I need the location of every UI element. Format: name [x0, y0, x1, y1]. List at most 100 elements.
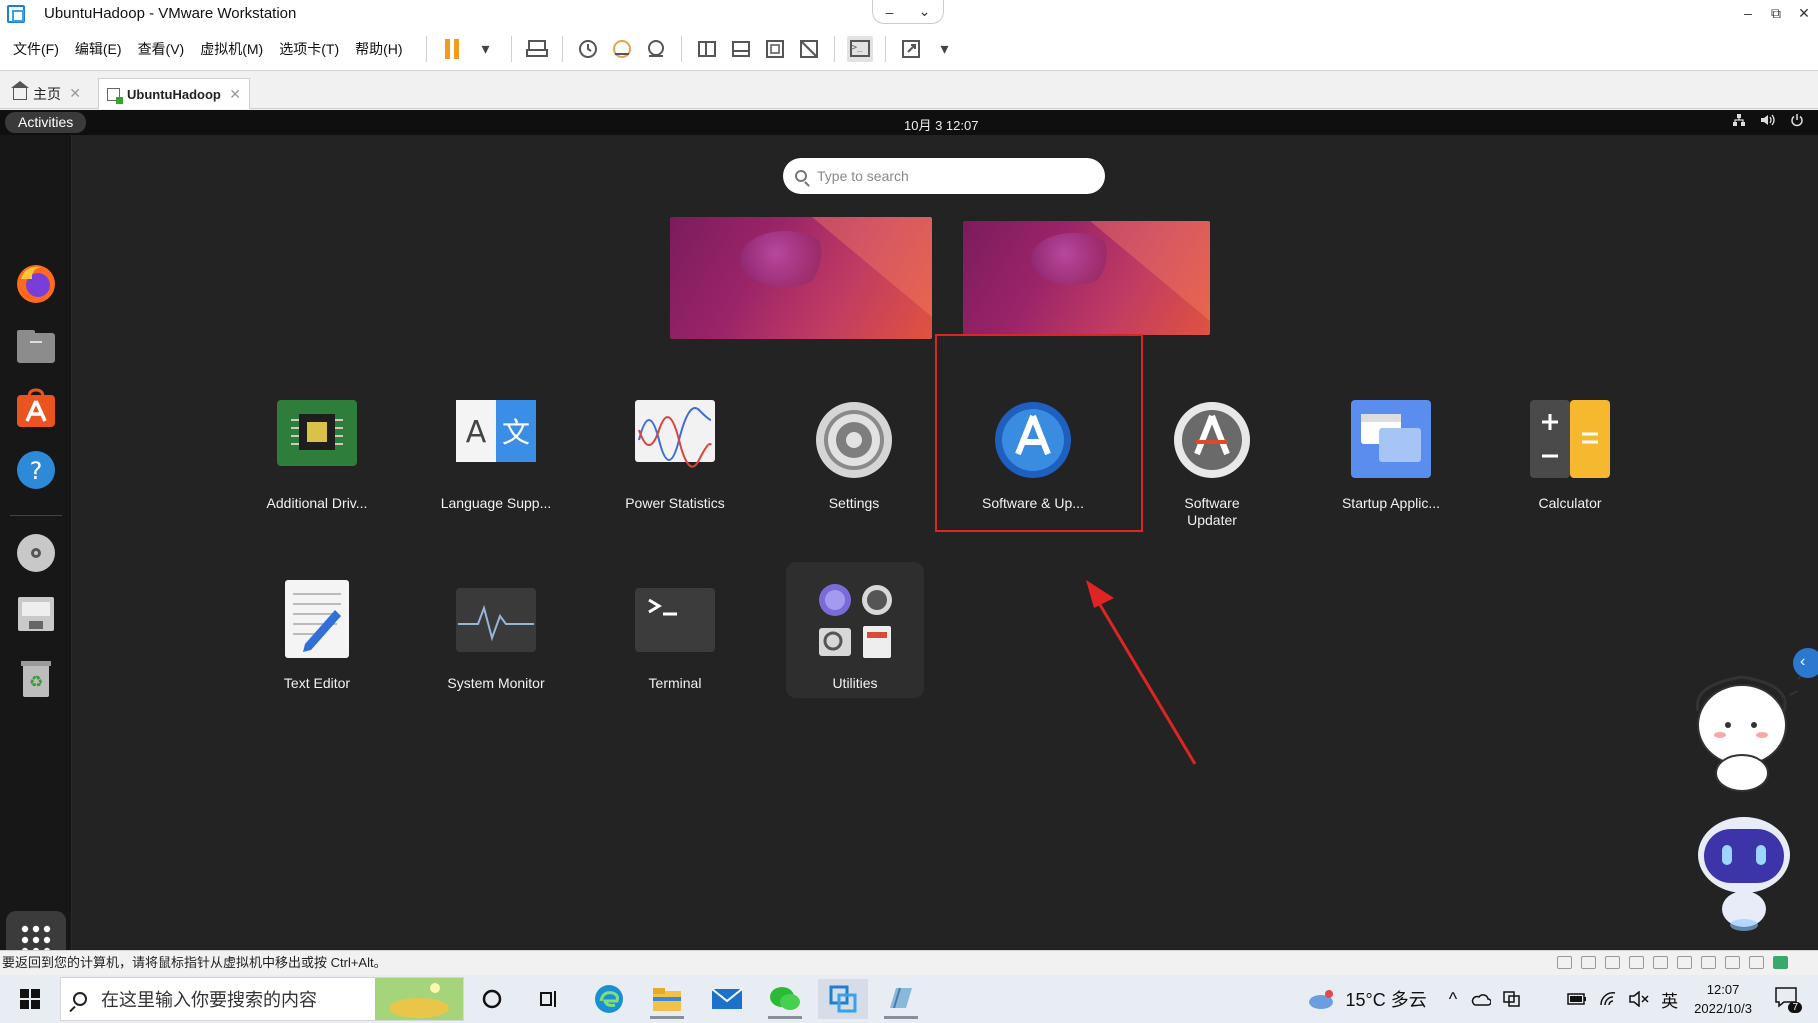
- cdrom2-icon[interactable]: [1605, 956, 1620, 969]
- system-tray[interactable]: [1732, 113, 1804, 127]
- task-view-icon[interactable]: [524, 979, 574, 1019]
- pin-minimize-icon[interactable]: –: [886, 4, 894, 20]
- app-system-monitor[interactable]: System Monitor: [411, 580, 581, 692]
- help-icon[interactable]: ?: [15, 449, 57, 491]
- menu-edit[interactable]: 编辑(E): [75, 39, 122, 59]
- cortana-icon[interactable]: [467, 979, 517, 1019]
- vmware-tray-icon[interactable]: [1503, 991, 1521, 1007]
- menu-tabs[interactable]: 选项卡(T): [279, 39, 339, 59]
- stretch-dropdown-icon[interactable]: ▾: [932, 36, 958, 62]
- show-applications-button[interactable]: [6, 911, 66, 950]
- revert-snapshot-icon[interactable]: [609, 36, 635, 62]
- app-startup-applications[interactable]: Startup Applic...: [1306, 400, 1476, 512]
- full-screen-icon[interactable]: [762, 36, 788, 62]
- unity-mode-icon[interactable]: [796, 36, 822, 62]
- power-dropdown-icon[interactable]: ▾: [473, 36, 499, 62]
- hdd-icon[interactable]: [1557, 956, 1572, 969]
- speaker-muted-icon[interactable]: [1629, 991, 1649, 1007]
- vmware-taskbar-icon[interactable]: [818, 979, 868, 1019]
- app-text-editor[interactable]: Text Editor: [232, 580, 402, 692]
- stretch-guest-icon[interactable]: [898, 36, 924, 62]
- console-view-icon[interactable]: >_: [846, 35, 873, 62]
- close-button[interactable]: ✕: [1790, 0, 1818, 27]
- send-ctrl-alt-del-icon[interactable]: [524, 36, 550, 62]
- app-folder-utilities[interactable]: Utilities: [770, 580, 940, 692]
- app-terminal[interactable]: Terminal: [590, 580, 760, 692]
- taskbar-clock[interactable]: 12:07 2022/10/3: [1694, 980, 1752, 1018]
- mail-icon[interactable]: [702, 979, 752, 1019]
- suspend-icon[interactable]: [439, 36, 465, 62]
- tab-vm-close-icon[interactable]: ✕: [229, 86, 241, 103]
- usb-icon[interactable]: [1677, 956, 1692, 969]
- minimize-button[interactable]: –: [1734, 0, 1762, 27]
- trash-icon[interactable]: ♻: [15, 657, 57, 699]
- snapshot-icon[interactable]: [575, 36, 601, 62]
- activities-button[interactable]: Activities: [5, 112, 87, 133]
- input-language-indicator[interactable]: 英: [1661, 987, 1678, 1012]
- overview-search[interactable]: [783, 158, 1105, 194]
- menu-file[interactable]: 文件(F): [13, 39, 59, 59]
- disc-icon[interactable]: [15, 532, 57, 574]
- drive-icon[interactable]: [15, 593, 57, 635]
- firefox-icon[interactable]: [15, 263, 57, 305]
- file-explorer-icon[interactable]: [642, 979, 692, 1019]
- tab-home-close-icon[interactable]: ✕: [69, 85, 81, 102]
- volume-icon: [1761, 114, 1775, 126]
- app-additional-drivers[interactable]: Additional Driv...: [232, 400, 402, 512]
- tab-home[interactable]: 主页 ✕: [5, 78, 89, 109]
- notes-app-icon[interactable]: [876, 979, 926, 1019]
- weather-text: 15°C 多云: [1345, 990, 1427, 1010]
- files-icon[interactable]: [15, 325, 57, 367]
- restore-button[interactable]: ⧉: [1762, 0, 1790, 27]
- workspace-thumbnail-1[interactable]: [670, 217, 932, 339]
- toolbar-separator: [680, 35, 682, 62]
- app-label: Language Supp...: [440, 495, 552, 511]
- app-language-support[interactable]: A文 Language Supp...: [411, 400, 581, 512]
- tab-ubuntuhadoop[interactable]: UbuntuHadoop ✕: [98, 78, 250, 109]
- battery-icon[interactable]: [1567, 993, 1587, 1005]
- tab-vm-label: UbuntuHadoop: [127, 86, 221, 102]
- fullscreen-pin-bar[interactable]: – ⌄: [872, 0, 944, 24]
- notification-center-button[interactable]: 7: [1774, 986, 1802, 1013]
- app-label: Terminal: [648, 675, 702, 691]
- menu-vm[interactable]: 虚拟机(M): [200, 39, 263, 59]
- message-icon[interactable]: [1773, 956, 1788, 969]
- network-icon: [1733, 114, 1745, 126]
- wechat-icon[interactable]: [760, 979, 810, 1019]
- workspace-thumbnail-2[interactable]: [963, 221, 1210, 335]
- side-panel-toggle[interactable]: ‹: [1793, 648, 1818, 678]
- wifi-icon[interactable]: [1599, 991, 1617, 1007]
- pin-dropdown-icon[interactable]: ⌄: [919, 3, 931, 20]
- app-calculator[interactable]: Calculator: [1485, 400, 1655, 512]
- app-settings[interactable]: Settings: [769, 400, 939, 512]
- edge-icon[interactable]: [584, 979, 634, 1019]
- search-highlight-illustration-icon: [375, 978, 463, 1020]
- cdrom-icon[interactable]: [1581, 956, 1596, 969]
- floppy-icon[interactable]: [1629, 956, 1644, 969]
- guest-display[interactable]: Activities 10月 3 12:07 ? ♻ Type to searc…: [0, 110, 1818, 950]
- menu-help[interactable]: 帮助(H): [355, 39, 402, 59]
- app-center-icon[interactable]: [15, 387, 57, 429]
- printer-icon[interactable]: [1725, 956, 1740, 969]
- snapshot-manager-icon[interactable]: [643, 36, 669, 62]
- onedrive-icon[interactable]: [1471, 992, 1492, 1006]
- display-icon[interactable]: [1749, 956, 1764, 969]
- taskbar-search-box[interactable]: 在这里输入你要搜索的内容: [60, 977, 464, 1021]
- overview-search-input[interactable]: [817, 168, 1067, 184]
- weather-widget[interactable]: 15°C 多云: [1307, 986, 1427, 1012]
- gnome-clock[interactable]: 10月 3 12:07: [904, 115, 978, 134]
- app-software-updater[interactable]: Software Updater: [1127, 400, 1297, 529]
- chart-icon: [635, 400, 715, 480]
- windows-start-icon[interactable]: [20, 989, 40, 1009]
- chevron-up-icon[interactable]: ^: [1449, 989, 1457, 1010]
- toolbar-separator: [561, 35, 563, 62]
- show-library-icon[interactable]: [694, 36, 720, 62]
- sound-icon[interactable]: [1701, 956, 1716, 969]
- thumbnail-bar-icon[interactable]: [728, 36, 754, 62]
- menu-view[interactable]: 查看(V): [138, 39, 185, 59]
- assistant-robot-icon: [1698, 817, 1790, 931]
- app-power-statistics[interactable]: Power Statistics: [590, 400, 760, 512]
- notification-count-badge: 7: [1788, 1001, 1802, 1013]
- network-adapter-icon[interactable]: [1653, 956, 1668, 969]
- text-editor-icon: [277, 580, 357, 660]
